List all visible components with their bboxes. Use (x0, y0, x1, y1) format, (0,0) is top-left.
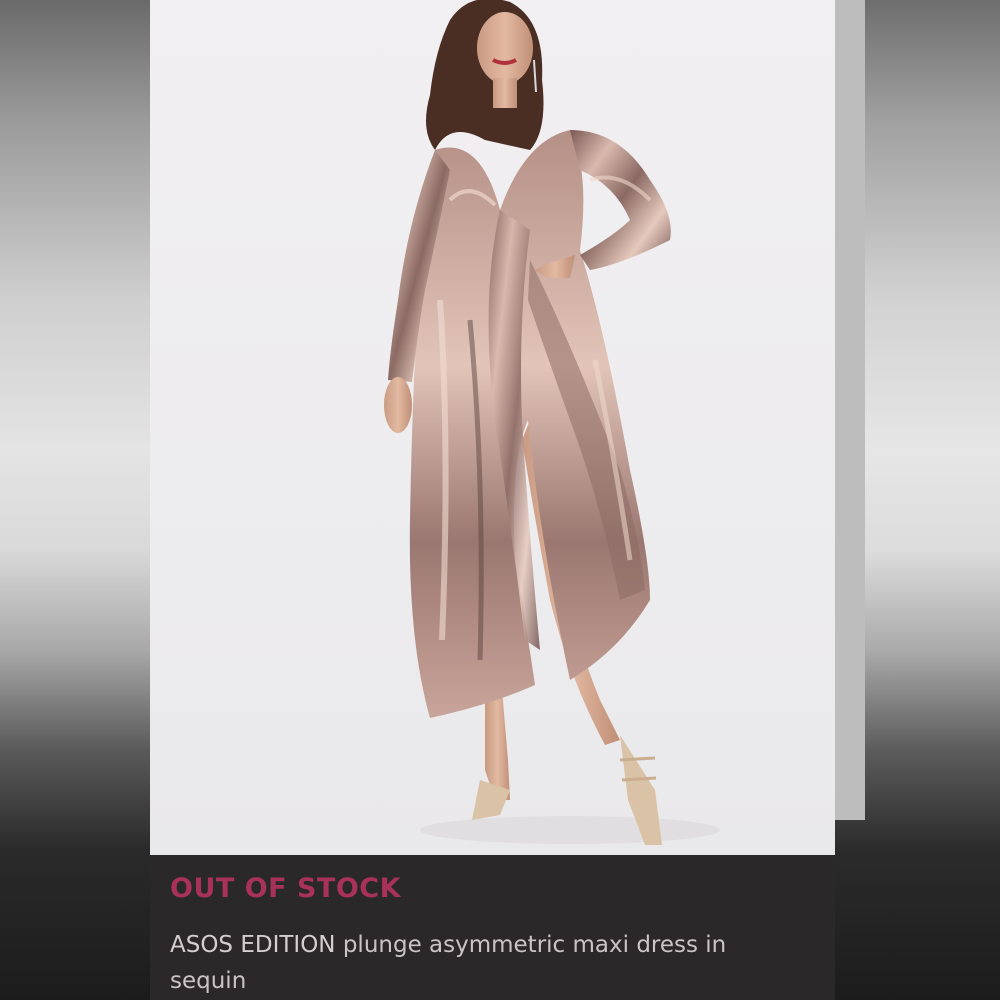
product-image[interactable] (150, 0, 835, 855)
product-info-footer: OUT OF STOCK ASOS EDITION plunge asymmet… (150, 855, 835, 1000)
product-title[interactable]: ASOS EDITION plunge asymmetric maxi dres… (170, 927, 770, 999)
model-illustration (384, 0, 720, 845)
image-edge-strip (835, 0, 865, 820)
stock-status-label: OUT OF STOCK (170, 873, 402, 904)
product-brand: ASOS EDITION (170, 932, 336, 958)
blurred-background-left (0, 0, 150, 1000)
screenshot-stage: OUT OF STOCK ASOS EDITION plunge asymmet… (0, 0, 1000, 1000)
product-card[interactable]: OUT OF STOCK ASOS EDITION plunge asymmet… (150, 0, 835, 1000)
